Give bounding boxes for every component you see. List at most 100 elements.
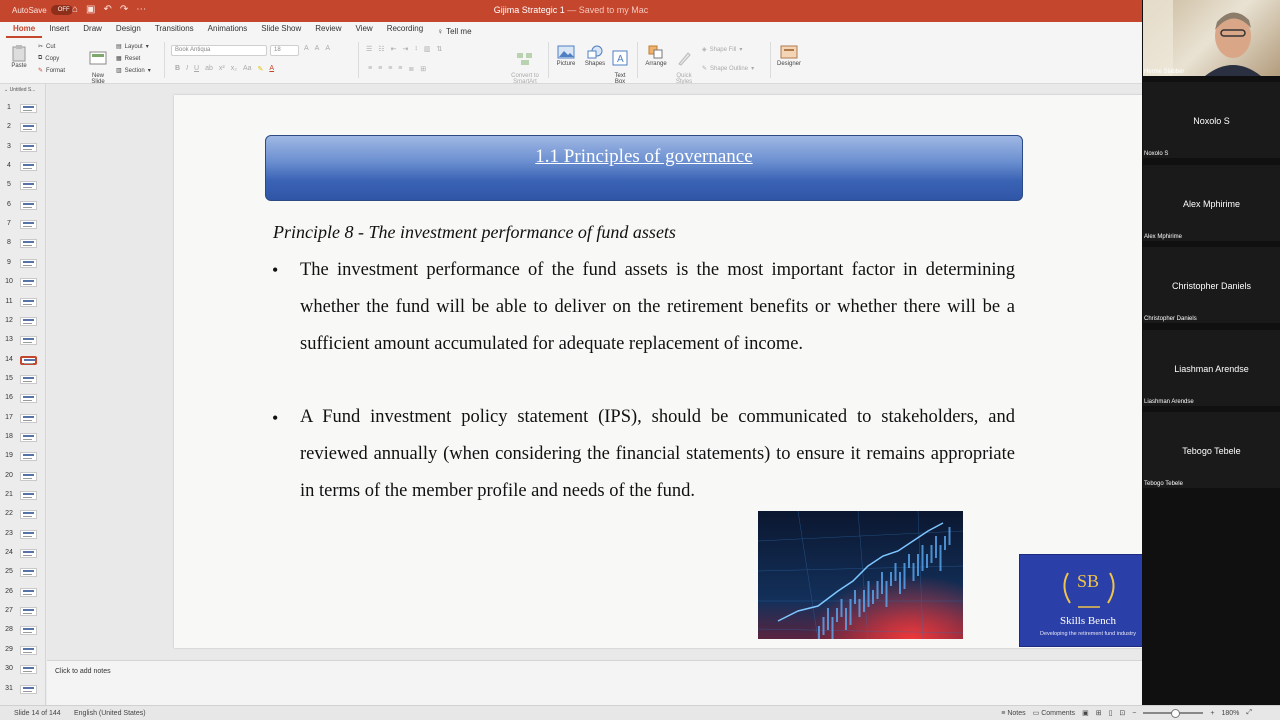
text-direction-icon[interactable]: ⇅: [436, 45, 442, 53]
reading-view-icon[interactable]: ▯: [1109, 709, 1113, 717]
slide-thumbnail[interactable]: 3: [0, 139, 46, 158]
slide-thumbnail[interactable]: 9: [0, 255, 46, 274]
participant-tile[interactable]: Christopher Daniels Christopher Daniels: [1143, 247, 1280, 323]
justify-icon[interactable]: ≡: [398, 65, 402, 73]
stock-chart-image[interactable]: [758, 511, 963, 639]
slide-thumbnail[interactable]: 11: [0, 294, 46, 313]
align-text-icon[interactable]: ⊞: [420, 65, 426, 73]
participant-tile[interactable]: Alex Mphirime Alex Mphirime: [1143, 165, 1280, 241]
slide-thumbnail[interactable]: 8: [0, 235, 46, 254]
slide-thumbnail[interactable]: 17: [0, 410, 46, 429]
copy-button[interactable]: ⧉ Copy: [38, 55, 59, 62]
tab-transitions[interactable]: Transitions: [148, 22, 201, 38]
slide-thumbnail[interactable]: 15: [0, 371, 46, 390]
distributed-icon[interactable]: ≣: [408, 65, 414, 73]
zoom-in-icon[interactable]: +: [1210, 710, 1214, 717]
highlight-icon[interactable]: ✎: [258, 65, 264, 73]
text-box-button[interactable]: A Text Box: [609, 44, 631, 85]
tab-animations[interactable]: Animations: [201, 22, 255, 38]
notes-pane[interactable]: Click to add notes: [47, 660, 1280, 705]
strikethrough-icon[interactable]: ab: [205, 65, 213, 73]
comments-toggle[interactable]: ▭ Comments: [1033, 709, 1075, 717]
slide-thumbnail[interactable]: 28: [0, 622, 46, 641]
disclosure-icon[interactable]: ⌄: [4, 87, 8, 93]
section-button[interactable]: ▥ Section ▾: [116, 67, 151, 75]
align-center-icon[interactable]: ≡: [378, 65, 382, 73]
indent-decrease-icon[interactable]: ⇤: [391, 45, 397, 53]
designer-button[interactable]: Designer: [774, 44, 804, 67]
language-indicator[interactable]: English (United States): [74, 710, 146, 717]
slide-thumbnail[interactable]: 24: [0, 545, 46, 564]
align-right-icon[interactable]: ≡: [388, 65, 392, 73]
normal-view-icon[interactable]: ▣: [1082, 709, 1089, 717]
align-left-icon[interactable]: ≡: [368, 65, 372, 73]
slide-thumbnail[interactable]: 21: [0, 487, 46, 506]
notes-toggle[interactable]: ≡ Notes: [1001, 710, 1025, 717]
tab-review[interactable]: Review: [308, 22, 348, 38]
slide-thumbnail[interactable]: 31: [0, 681, 46, 700]
slide-sorter-icon[interactable]: ⊞: [1096, 709, 1102, 717]
quick-styles-button[interactable]: Quick Styles: [672, 44, 696, 85]
arrange-button[interactable]: Arrange: [642, 44, 670, 67]
paste-button[interactable]: Paste: [8, 44, 30, 69]
columns-icon[interactable]: ▥: [424, 45, 431, 53]
superscript-icon[interactable]: x²: [219, 65, 225, 73]
zoom-level[interactable]: 180%: [1221, 710, 1239, 717]
font-name-dropdown[interactable]: Book Antiqua: [171, 45, 267, 56]
tab-slide-show[interactable]: Slide Show: [254, 22, 308, 38]
slide-thumbnail[interactable]: 16: [0, 390, 46, 409]
participant-tile[interactable]: Tebogo Tebele Tebogo Tebele: [1143, 412, 1280, 488]
slide-thumbnail[interactable]: 26: [0, 584, 46, 603]
slide-thumbnail[interactable]: 4: [0, 158, 46, 177]
numbering-icon[interactable]: ☷: [378, 45, 384, 53]
slide-thumbnail[interactable]: 13: [0, 332, 46, 351]
tab-home[interactable]: Home: [6, 22, 43, 38]
slide-thumbnail[interactable]: 19: [0, 448, 46, 467]
line-spacing-icon[interactable]: ↕: [414, 45, 418, 53]
shape-fill-button[interactable]: ◈ Shape Fill ▾: [702, 46, 742, 54]
zoom-slider[interactable]: [1143, 709, 1204, 718]
tab-view[interactable]: View: [349, 22, 380, 38]
slide-thumbnail[interactable]: 14: [0, 352, 46, 371]
tab-draw[interactable]: Draw: [76, 22, 109, 38]
slide-thumbnail[interactable]: 12: [0, 313, 46, 332]
slide-thumbnail[interactable]: 22: [0, 506, 46, 525]
slide-thumbnail[interactable]: 10: [0, 274, 46, 293]
bullets-icon[interactable]: ☰: [366, 45, 372, 53]
slide[interactable]: 1.1 Principles of governance Principle 8…: [174, 95, 1157, 648]
convert-smartart-button[interactable]: Convert to SmartArt: [508, 44, 542, 85]
fit-to-window-icon[interactable]: ⤢: [1246, 709, 1252, 717]
font-size-dropdown[interactable]: 18: [270, 45, 299, 56]
participant-tile[interactable]: Noxolo S Noxolo S: [1143, 82, 1280, 158]
slide-thumbnail[interactable]: 23: [0, 526, 46, 545]
layout-button[interactable]: ▤ Layout ▾: [116, 43, 149, 51]
underline-icon[interactable]: U: [194, 65, 199, 73]
slide-title-box[interactable]: 1.1 Principles of governance: [265, 135, 1023, 201]
slideshow-icon[interactable]: ⊡: [1119, 709, 1125, 717]
slide-thumbnail[interactable]: 2: [0, 119, 46, 138]
increase-font-icon[interactable]: A: [304, 45, 309, 52]
slide-thumbnail[interactable]: 27: [0, 603, 46, 622]
slide-thumbnail[interactable]: 30: [0, 661, 46, 680]
clear-format-icon[interactable]: A: [325, 45, 330, 52]
zoom-out-icon[interactable]: −: [1132, 710, 1136, 717]
shapes-button[interactable]: Shapes: [582, 44, 608, 67]
font-color-icon[interactable]: A: [269, 65, 274, 73]
slide-thumbnail[interactable]: 5: [0, 177, 46, 196]
slide-thumbnail[interactable]: 25: [0, 564, 46, 583]
subscript-icon[interactable]: x₂: [231, 65, 237, 73]
picture-button[interactable]: Picture: [553, 44, 579, 67]
indent-increase-icon[interactable]: ⇥: [402, 45, 408, 53]
slide-thumbnail[interactable]: 20: [0, 468, 46, 487]
format-painter-button[interactable]: ✎ Format: [38, 67, 65, 75]
participant-tile[interactable]: Liashman Arendse Liashman Arendse: [1143, 330, 1280, 406]
decrease-font-icon[interactable]: A: [315, 45, 320, 52]
bold-icon[interactable]: B: [175, 65, 180, 73]
tab-design[interactable]: Design: [109, 22, 148, 38]
slide-thumbnail[interactable]: 1: [0, 100, 46, 119]
tab-insert[interactable]: Insert: [42, 22, 76, 38]
slide-thumbnail[interactable]: 7: [0, 216, 46, 235]
reset-button[interactable]: ▦ Reset: [116, 55, 140, 63]
new-slide-button[interactable]: New Slide: [86, 44, 110, 85]
shape-outline-button[interactable]: ✎ Shape Outline ▾: [702, 65, 754, 73]
